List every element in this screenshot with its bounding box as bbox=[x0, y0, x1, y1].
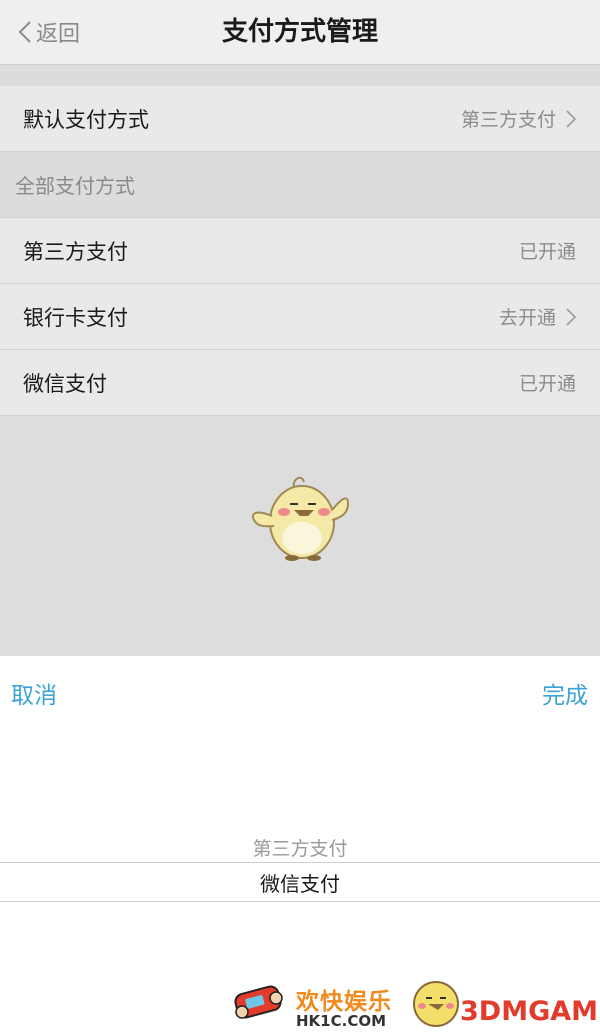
default-payment-label: 默认支付方式 bbox=[23, 107, 149, 132]
chick-mascot-icon bbox=[252, 476, 350, 561]
section-gap bbox=[0, 64, 600, 86]
watermark-brand-text: 3DMGAME bbox=[460, 996, 600, 1027]
chick-logo-icon bbox=[413, 981, 459, 1027]
default-payment-value: 第三方支付 bbox=[460, 109, 556, 131]
payment-method-label: 微信支付 bbox=[23, 371, 107, 396]
payment-status: 去开通 bbox=[498, 307, 556, 329]
payment-method-label: 第三方支付 bbox=[23, 239, 128, 264]
nav-bar: 返回 支付方式管理 bbox=[0, 0, 600, 64]
payment-status: 已开通 bbox=[518, 373, 576, 395]
payment-method-label: 银行卡支付 bbox=[23, 305, 128, 330]
chevron-right-icon bbox=[566, 109, 576, 128]
picker-selected-option[interactable]: 微信支付 bbox=[0, 868, 600, 897]
page-title: 支付方式管理 bbox=[221, 17, 378, 47]
done-button[interactable]: 完成 bbox=[542, 676, 588, 710]
picker-divider-top bbox=[0, 862, 600, 863]
cancel-button[interactable]: 取消 bbox=[11, 676, 57, 710]
default-payment-row[interactable]: 默认支付方式 第三方支付 bbox=[0, 86, 600, 152]
payment-status-wrap: 去开通 bbox=[499, 303, 576, 330]
payment-status: 已开通 bbox=[518, 241, 576, 263]
watermark-cn-text: 欢快娱乐 bbox=[296, 989, 392, 1015]
section-header-all-payments: 全部支付方式 bbox=[0, 152, 600, 218]
payment-row-bank-card[interactable]: 银行卡支付 去开通 bbox=[0, 284, 600, 350]
payment-row-third-party[interactable]: 第三方支付 已开通 bbox=[0, 218, 600, 284]
picker-option[interactable]: 第三方支付 bbox=[0, 834, 600, 861]
default-payment-value-wrap: 第三方支付 bbox=[461, 105, 576, 132]
watermark-hk1c: 欢快娱乐 HK1C.COM bbox=[222, 960, 392, 1036]
watermark-3dmgame: 3DMGAME bbox=[404, 960, 600, 1036]
gamepad-hand-icon bbox=[234, 985, 283, 1019]
picker-divider-bottom bbox=[0, 901, 600, 902]
watermark-en-text: HK1C.COM bbox=[296, 1012, 387, 1030]
chevron-right-icon bbox=[566, 307, 576, 326]
payment-row-wechat[interactable]: 微信支付 已开通 bbox=[0, 350, 600, 416]
